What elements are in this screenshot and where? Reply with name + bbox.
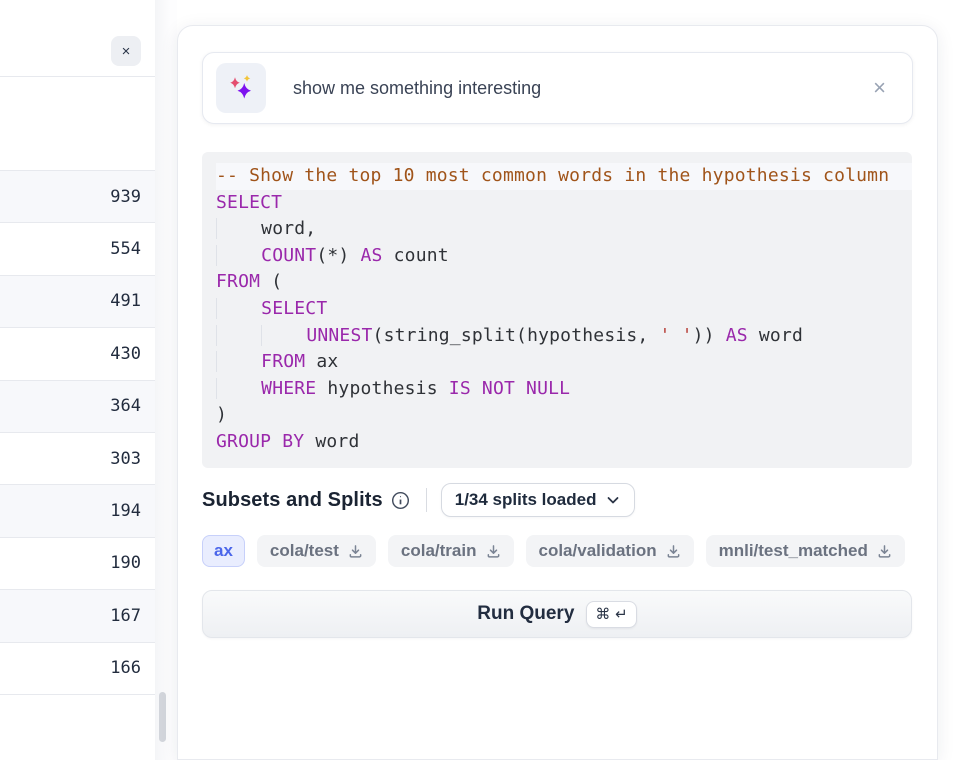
sql-console-panel: show me something interesting × -- Show …: [177, 25, 938, 760]
sql-line: word,: [216, 216, 912, 243]
results-rows: 939554491430364303194190167166: [0, 78, 155, 695]
table-row[interactable]: 190: [0, 538, 155, 590]
split-chip-label: cola/train: [401, 541, 477, 561]
split-chip-cola-validation[interactable]: cola/validation: [526, 535, 694, 567]
sql-line: ): [216, 402, 912, 429]
download-icon[interactable]: [486, 544, 501, 559]
split-chip-label: mnli/test_matched: [719, 541, 868, 561]
table-row: [0, 78, 155, 171]
table-row[interactable]: 167: [0, 590, 155, 642]
table-row[interactable]: 364: [0, 381, 155, 433]
table-row[interactable]: 491: [0, 276, 155, 328]
split-chips-row: ax cola/test cola/train cola/validation mnli…: [202, 534, 938, 568]
download-icon[interactable]: [348, 544, 363, 559]
sql-line: FROM (: [216, 269, 912, 296]
subsets-title: Subsets and Splits: [202, 489, 383, 512]
split-chip-cola-test[interactable]: cola/test: [257, 535, 376, 567]
run-query-label: Run Query: [477, 603, 574, 625]
table-row[interactable]: 303: [0, 433, 155, 485]
download-icon[interactable]: [666, 544, 681, 559]
sql-line: -- Show the top 10 most common words in …: [216, 163, 912, 190]
ai-prompt-input[interactable]: show me something interesting ×: [202, 52, 913, 124]
splits-loaded-dropdown[interactable]: 1/34 splits loaded: [441, 483, 636, 517]
run-query-button[interactable]: Run Query ⌘ ↵: [202, 590, 912, 638]
sql-code-block[interactable]: -- Show the top 10 most common words in …: [202, 152, 912, 468]
close-icon: ×: [122, 44, 131, 59]
sparkles-icon: [216, 63, 266, 113]
split-chip-label: ax: [214, 541, 233, 561]
split-chip-ax[interactable]: ax: [202, 535, 245, 567]
split-chip-cola-train[interactable]: cola/train: [388, 535, 514, 567]
results-table-header: ×: [0, 0, 155, 77]
splits-loaded-label: 1/34 splits loaded: [455, 490, 597, 510]
sql-line: SELECT: [216, 190, 912, 217]
sql-line: FROM ax: [216, 349, 912, 376]
dataset-viewer-screen: × 939554491430364303194190167166 show me…: [0, 0, 963, 760]
split-chip-label: cola/test: [270, 541, 339, 561]
results-table-panel: × 939554491430364303194190167166: [0, 0, 155, 760]
close-column-button[interactable]: ×: [111, 36, 141, 66]
vertical-scrollbar-track[interactable]: [155, 0, 177, 760]
sql-line: SELECT: [216, 296, 912, 323]
table-row[interactable]: 939: [0, 171, 155, 223]
table-row[interactable]: 554: [0, 223, 155, 275]
clear-prompt-icon[interactable]: ×: [873, 77, 886, 99]
sql-line: WHERE hypothesis IS NOT NULL: [216, 376, 912, 403]
sql-line: UNNEST(string_split(hypothesis, ' ')) AS…: [216, 323, 912, 350]
prompt-text[interactable]: show me something interesting: [293, 78, 873, 99]
chevron-down-icon: [605, 492, 621, 508]
divider: [426, 488, 427, 512]
sql-line: GROUP BY word: [216, 429, 912, 456]
download-icon[interactable]: [877, 544, 892, 559]
table-row[interactable]: 430: [0, 328, 155, 380]
info-icon[interactable]: [391, 491, 410, 510]
table-row[interactable]: 194: [0, 485, 155, 537]
subsets-header-row: Subsets and Splits 1/34 splits loaded: [202, 482, 938, 518]
table-row[interactable]: 166: [0, 643, 155, 695]
split-chip-mnli-test-matched[interactable]: mnli/test_matched: [706, 535, 905, 567]
vertical-scrollbar-thumb[interactable]: [159, 692, 166, 742]
sql-line: COUNT(*) AS count: [216, 243, 912, 270]
keyboard-shortcut-badge: ⌘ ↵: [586, 601, 636, 628]
split-chip-label: cola/validation: [539, 541, 657, 561]
